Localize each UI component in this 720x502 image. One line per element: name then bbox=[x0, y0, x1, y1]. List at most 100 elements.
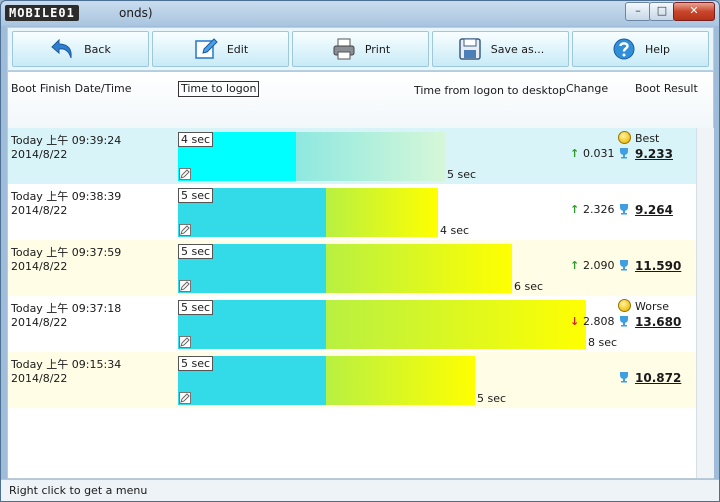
result-score[interactable]: 13.680 bbox=[635, 315, 681, 329]
result-status: Worse bbox=[618, 299, 669, 313]
change-value: ↑ 2.326 bbox=[570, 203, 615, 216]
logon-seconds-label: 5 sec bbox=[178, 356, 214, 371]
table-row[interactable]: Today 上午 09:37:18 2014/8/22 5 sec 8 sec ↓ 2.… bbox=[8, 296, 696, 352]
help-question-icon bbox=[613, 38, 635, 60]
up-arrow-icon: ↑ bbox=[570, 203, 584, 216]
sad-face-icon bbox=[618, 299, 631, 312]
boot-history-list: Boot Finish Date/Time Time to logon Time… bbox=[7, 71, 714, 479]
change-number: 2.808 bbox=[583, 315, 615, 328]
header-boot-finish[interactable]: Boot Finish Date/Time bbox=[11, 82, 132, 95]
pencil-note-icon[interactable] bbox=[179, 280, 191, 292]
boot-time: Today 上午 09:39:24 bbox=[11, 134, 122, 147]
boot-result: 9.264 bbox=[618, 184, 698, 240]
table-row[interactable]: Today 上午 09:38:39 2014/8/22 5 sec 4 sec ↑ 2.… bbox=[8, 184, 696, 240]
boot-date: 2014/8/22 bbox=[11, 204, 68, 217]
header-change[interactable]: Change bbox=[566, 82, 608, 95]
boot-result: 10.872 bbox=[618, 352, 698, 408]
trophy-icon bbox=[618, 371, 630, 383]
pencil-note-icon[interactable] bbox=[179, 224, 191, 236]
boot-time: Today 上午 09:37:59 bbox=[11, 246, 122, 259]
boot-time: Today 上午 09:38:39 bbox=[11, 190, 122, 203]
up-arrow-icon: ↑ bbox=[570, 147, 584, 160]
trophy-icon bbox=[618, 203, 630, 215]
desktop-seconds-label: 6 sec bbox=[514, 280, 544, 293]
boot-time: Today 上午 09:37:18 bbox=[11, 302, 122, 315]
result-score[interactable]: 11.590 bbox=[635, 259, 681, 273]
result-score-link[interactable]: 10.872 bbox=[618, 371, 681, 385]
column-header-row: Boot Finish Date/Time Time to logon Time… bbox=[8, 72, 713, 128]
maximize-button[interactable]: □ bbox=[649, 2, 675, 21]
app-window: MOBILE01 onds) – □ ✕ Back Edit Print Sav… bbox=[0, 0, 720, 502]
desktop-time-bar bbox=[326, 356, 475, 405]
help-button[interactable]: Help bbox=[572, 31, 709, 67]
window-title: onds) bbox=[119, 6, 153, 20]
header-logon-to-desktop[interactable]: Time from logon to desktop bbox=[414, 84, 566, 97]
edit-pencil-icon bbox=[195, 38, 218, 59]
floppy-disk-icon bbox=[459, 38, 481, 60]
boot-date: 2014/8/22 bbox=[11, 316, 68, 329]
logon-seconds-label: 5 sec bbox=[178, 300, 214, 315]
trophy-icon bbox=[618, 147, 630, 159]
change-value: ↑ 0.031 bbox=[570, 147, 615, 160]
boot-result: 11.590 bbox=[618, 240, 698, 296]
close-button[interactable]: ✕ bbox=[673, 2, 715, 21]
pencil-note-icon[interactable] bbox=[179, 168, 191, 180]
edit-button[interactable]: Edit bbox=[152, 31, 289, 67]
boot-date: 2014/8/22 bbox=[11, 260, 68, 273]
app-logo: MOBILE01 bbox=[5, 5, 79, 21]
desktop-seconds-label: 4 sec bbox=[440, 224, 470, 237]
back-label: Back bbox=[84, 42, 111, 56]
desktop-time-bar bbox=[296, 132, 445, 181]
toolbar: Back Edit Print Save as... Help bbox=[7, 27, 714, 71]
header-time-to-logon[interactable]: Time to logon bbox=[178, 81, 260, 97]
desktop-time-bar bbox=[326, 300, 586, 349]
save-as-label: Save as... bbox=[490, 42, 545, 56]
result-score-link[interactable]: 13.680 bbox=[618, 315, 681, 329]
table-row[interactable]: Today 上午 09:15:34 2014/8/22 5 sec 5 sec 10.8… bbox=[8, 352, 696, 408]
change-number: 2.326 bbox=[583, 203, 615, 216]
result-score[interactable]: 10.872 bbox=[635, 371, 681, 385]
result-score-link[interactable]: 11.590 bbox=[618, 259, 681, 273]
result-status: Best bbox=[618, 131, 659, 145]
boot-result: Best 9.233 bbox=[618, 128, 698, 184]
edit-label: Edit bbox=[226, 42, 249, 56]
back-arrow-icon bbox=[51, 38, 72, 59]
back-button[interactable]: Back bbox=[12, 31, 149, 67]
happy-face-icon bbox=[618, 131, 631, 144]
vertical-scrollbar[interactable] bbox=[696, 128, 714, 478]
title-bar[interactable]: MOBILE01 onds) – □ ✕ bbox=[1, 1, 719, 27]
save-as-button[interactable]: Save as... bbox=[432, 31, 569, 67]
boot-date: 2014/8/22 bbox=[11, 148, 68, 161]
change-value: ↓ 2.808 bbox=[570, 315, 615, 328]
help-label: Help bbox=[644, 42, 671, 56]
desktop-seconds-label: 5 sec bbox=[447, 168, 477, 181]
table-row[interactable]: Today 上午 09:37:59 2014/8/22 5 sec 6 sec ↑ 2.… bbox=[8, 240, 696, 296]
result-score-link[interactable]: 9.264 bbox=[618, 203, 673, 217]
desktop-seconds-label: 8 sec bbox=[588, 336, 618, 349]
status-hint: Right click to get a menu bbox=[9, 484, 148, 497]
boot-time: Today 上午 09:15:34 bbox=[11, 358, 122, 371]
change-number: 0.031 bbox=[583, 147, 615, 160]
result-score[interactable]: 9.233 bbox=[635, 147, 673, 161]
logon-seconds-label: 5 sec bbox=[178, 188, 214, 203]
boot-date: 2014/8/22 bbox=[11, 372, 68, 385]
desktop-time-bar bbox=[326, 188, 438, 237]
printer-icon bbox=[333, 38, 355, 60]
header-boot-result[interactable]: Boot Result bbox=[635, 82, 698, 95]
table-row[interactable]: Today 上午 09:39:24 2014/8/22 4 sec 5 sec ↑ 0.… bbox=[8, 128, 696, 184]
trophy-icon bbox=[618, 315, 630, 327]
print-label: Print bbox=[364, 42, 391, 56]
logon-seconds-label: 5 sec bbox=[178, 244, 214, 259]
boot-result: Worse 13.680 bbox=[618, 296, 698, 352]
trophy-icon bbox=[618, 259, 630, 271]
print-button[interactable]: Print bbox=[292, 31, 429, 67]
minimize-button[interactable]: – bbox=[625, 2, 651, 21]
pencil-note-icon[interactable] bbox=[179, 336, 191, 348]
result-status-text: Worse bbox=[635, 300, 669, 313]
pencil-note-icon[interactable] bbox=[179, 392, 191, 404]
result-score[interactable]: 9.264 bbox=[635, 203, 673, 217]
logon-seconds-label: 4 sec bbox=[178, 132, 214, 147]
result-score-link[interactable]: 9.233 bbox=[618, 147, 673, 161]
change-value: ↑ 2.090 bbox=[570, 259, 615, 272]
down-arrow-icon: ↓ bbox=[570, 315, 584, 328]
